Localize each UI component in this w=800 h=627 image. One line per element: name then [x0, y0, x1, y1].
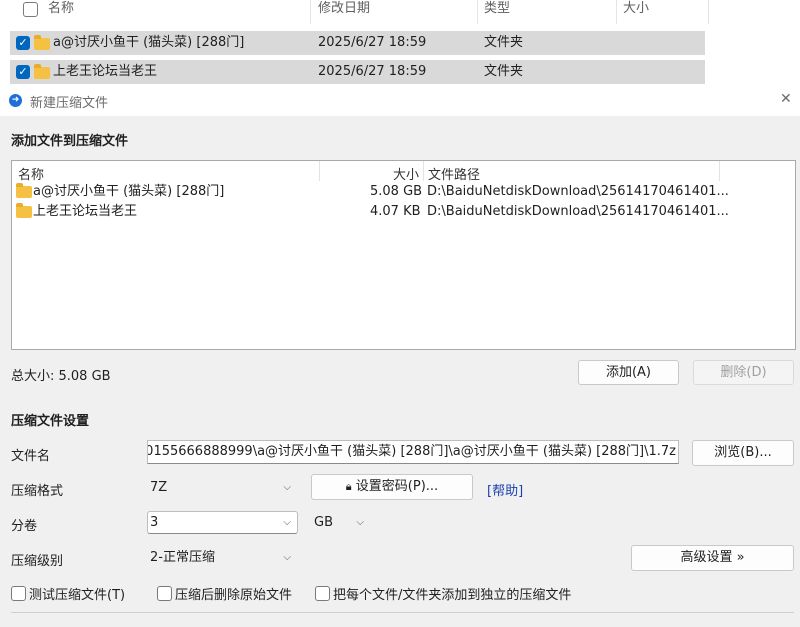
- dialog-title-bar[interactable]: ➜ 新建压缩文件 ✕: [0, 86, 800, 116]
- folder-icon: [34, 64, 50, 79]
- explorer-row-name: a@讨厌小鱼干 (猫头菜) [288门]: [53, 35, 245, 50]
- total-size-label: 总大小: 5.08 GB: [11, 369, 111, 384]
- file-list-header-size[interactable]: 大小: [393, 164, 419, 183]
- explorer-row-modified: 2025/6/27 18:59: [318, 64, 427, 79]
- compression-level-select[interactable]: 2-正常压缩 ⌵: [147, 546, 298, 569]
- folder-icon: [34, 35, 50, 50]
- file-list-row[interactable]: 上老王论坛当老王 4.07 KB D:\BaiduNetdiskDownload…: [12, 202, 795, 222]
- file-list-header-name[interactable]: 名称: [18, 164, 44, 183]
- row-checkbox[interactable]: ✓: [16, 36, 30, 50]
- test-archive-checkbox[interactable]: [11, 586, 26, 601]
- folder-icon: [16, 203, 32, 218]
- format-label: 压缩格式: [11, 484, 64, 499]
- column-header-modified[interactable]: 修改日期: [318, 0, 370, 24]
- test-archive-label: 测试压缩文件(T): [29, 588, 126, 603]
- chevron-down-icon: ⌵: [356, 517, 364, 528]
- explorer-header: 名称 修改日期 类型 大小: [0, 0, 800, 24]
- browse-button[interactable]: 浏览(B)...: [692, 440, 794, 466]
- split-size-value: 3: [150, 515, 159, 530]
- split-label: 分卷: [11, 519, 38, 534]
- separate-archives-checkbox[interactable]: [315, 586, 330, 601]
- file-name: a@讨厌小鱼干 (猫头菜) [288门]: [33, 184, 225, 199]
- column-header-type[interactable]: 类型: [484, 0, 510, 24]
- file-name: 上老王论坛当老王: [33, 204, 138, 219]
- split-unit-select[interactable]: GB ⌵: [310, 511, 371, 534]
- file-size: 5.08 GB: [370, 184, 423, 199]
- delete-button[interactable]: 删除(D): [693, 360, 794, 385]
- filename-input[interactable]: 5140155666888999\a@讨厌小鱼干 (猫头菜) [288门]\a@…: [147, 440, 679, 464]
- file-list[interactable]: 名称 大小 文件路径 a@讨厌小鱼干 (猫头菜) [288门] 5.08 GB …: [11, 160, 796, 350]
- explorer-row-name: 上老王论坛当老王: [53, 64, 158, 79]
- column-divider[interactable]: [616, 0, 617, 24]
- add-button[interactable]: 添加(A): [578, 360, 679, 385]
- delete-after-checkbox[interactable]: [157, 586, 172, 601]
- delete-after-label: 压缩后删除原始文件: [175, 588, 293, 603]
- file-size: 4.07 KB: [370, 204, 421, 219]
- explorer-row[interactable]: ✓ 上老王论坛当老王 2025/6/27 18:59 文件夹: [10, 60, 705, 84]
- compression-level-value: 2-正常压缩: [150, 550, 215, 565]
- column-divider[interactable]: [423, 161, 424, 181]
- separate-archives-label: 把每个文件/文件夹添加到独立的压缩文件: [333, 588, 572, 603]
- format-select[interactable]: 7Z ⌵: [147, 476, 298, 500]
- help-link[interactable]: [帮助]: [487, 480, 523, 499]
- column-header-name[interactable]: 名称: [48, 0, 74, 24]
- filename-label: 文件名: [11, 449, 51, 464]
- file-path: D:\BaiduNetdiskDownload\25614170461401..…: [427, 184, 729, 199]
- file-list-header-path[interactable]: 文件路径: [428, 164, 480, 183]
- add-files-section-title: 添加文件到压缩文件: [11, 134, 129, 149]
- chevron-down-icon: ⌵: [283, 482, 291, 493]
- set-password-button[interactable]: 🔒︎ 设置密码(P)...: [311, 474, 473, 500]
- format-value: 7Z: [150, 480, 168, 495]
- split-size-combo[interactable]: 3 ⌵: [147, 511, 298, 534]
- column-divider[interactable]: [310, 0, 311, 24]
- lock-icon: 🔒︎: [345, 480, 352, 493]
- chevron-down-icon: ⌵: [283, 517, 291, 528]
- column-divider[interactable]: [708, 0, 709, 24]
- folder-icon: [16, 183, 32, 198]
- explorer-row-modified: 2025/6/27 18:59: [318, 35, 427, 50]
- advanced-settings-button[interactable]: 高级设置 »: [631, 545, 794, 571]
- close-icon[interactable]: ✕: [780, 91, 792, 107]
- explorer-row-type: 文件夹: [484, 64, 524, 79]
- set-password-label: 设置密码(P)...: [355, 479, 439, 494]
- filename-value: 5140155666888999\a@讨厌小鱼干 (猫头菜) [288门]\a@…: [147, 444, 676, 459]
- divider: [11, 612, 794, 613]
- dialog-title: 新建压缩文件: [30, 96, 109, 111]
- select-all-checkbox[interactable]: [23, 2, 38, 17]
- explorer-row-type: 文件夹: [484, 35, 524, 50]
- app-logo-icon: ➜: [9, 94, 22, 107]
- row-checkbox[interactable]: ✓: [16, 65, 30, 79]
- column-divider[interactable]: [477, 0, 478, 24]
- column-divider[interactable]: [319, 161, 320, 181]
- column-header-size[interactable]: 大小: [623, 0, 649, 24]
- file-path: D:\BaiduNetdiskDownload\25614170461401..…: [427, 204, 729, 219]
- chevron-down-icon: ⌵: [283, 552, 291, 563]
- explorer-row[interactable]: ✓ a@讨厌小鱼干 (猫头菜) [288门] 2025/6/27 18:59 文…: [10, 31, 705, 55]
- column-divider[interactable]: [719, 161, 720, 181]
- split-unit-value: GB: [314, 515, 333, 530]
- compression-level-label: 压缩级别: [11, 554, 64, 569]
- archive-settings-section-title: 压缩文件设置: [11, 414, 90, 429]
- file-list-row[interactable]: a@讨厌小鱼干 (猫头菜) [288门] 5.08 GB D:\BaiduNet…: [12, 182, 795, 202]
